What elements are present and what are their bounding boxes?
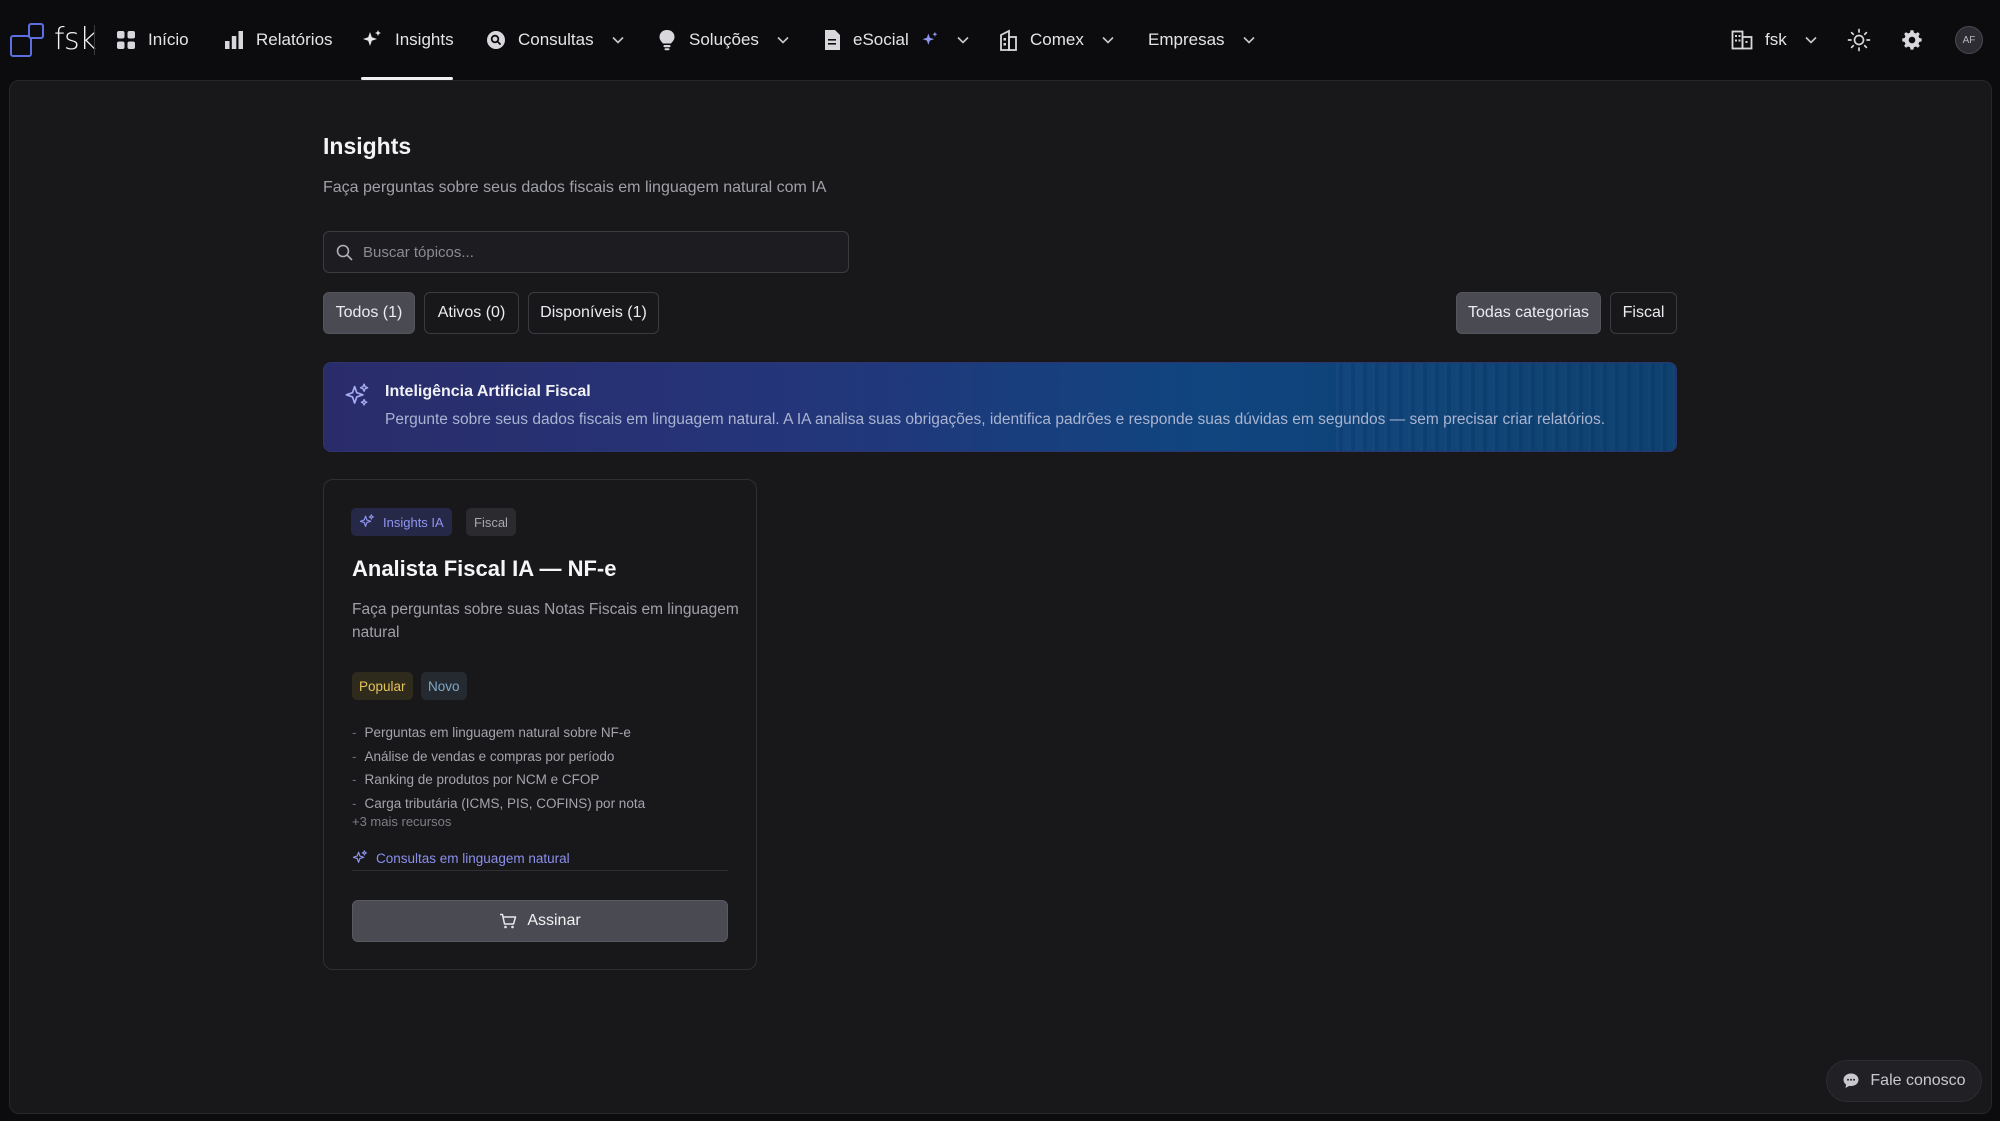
search-input[interactable] — [363, 243, 823, 261]
category-todas[interactable]: Todas categorias — [1456, 292, 1601, 334]
company-selector[interactable]: fsk — [1731, 0, 1817, 80]
banner-texture — [1336, 363, 1676, 451]
list-item: - Perguntas em linguagem natural sobre NF… — [352, 725, 631, 741]
badge-popular: Popular — [352, 672, 413, 700]
bar-chart-icon — [225, 31, 243, 49]
button-label: Assinar — [527, 912, 581, 929]
sparkles-icon — [345, 383, 369, 406]
nav-item-solucoes[interactable]: Soluções — [657, 0, 789, 80]
nav-label: Relatórios — [256, 30, 333, 49]
chevron-down-icon — [1805, 36, 1817, 44]
nav-label: Insights — [395, 30, 454, 49]
sparkles-icon — [922, 31, 938, 45]
tag-category: Fiscal — [466, 508, 516, 536]
sparkles-icon — [363, 30, 381, 46]
subscribe-button[interactable]: Assinar — [352, 900, 728, 942]
contact-label: Fale conosco — [1870, 1072, 1966, 1089]
sparkles-icon — [359, 514, 375, 527]
banner-title: Inteligência Artificial Fiscal — [385, 383, 591, 400]
sparkles-icon — [352, 850, 368, 863]
company-name: fsk — [1765, 30, 1787, 49]
natural-language-link[interactable]: Consultas em linguagem natural — [352, 850, 570, 866]
insight-card[interactable]: Insights IA Fiscal Analista Fiscal IA — … — [323, 479, 757, 970]
main-panel — [9, 80, 1992, 1114]
building-icon — [1000, 29, 1017, 51]
chevron-down-icon — [1242, 36, 1255, 44]
nav-item-consultas[interactable]: Consultas — [486, 0, 624, 80]
top-navigation: fsk Início Relatórios Insights Consultas… — [0, 0, 2000, 80]
nav-label: Início — [148, 30, 189, 49]
chevron-down-icon — [957, 36, 969, 44]
badge-novo: Novo — [421, 672, 467, 700]
company-icon — [1731, 30, 1753, 50]
filter-todos[interactable]: Todos (1) — [323, 292, 415, 334]
filter-ativos[interactable]: Ativos (0) — [424, 292, 519, 334]
search-box — [323, 231, 849, 273]
contact-button[interactable]: Fale conosco — [1826, 1060, 1982, 1102]
chevron-down-icon — [1102, 36, 1114, 44]
more-features: +3 mais recursos — [352, 814, 452, 829]
card-description: Faça perguntas sobre suas Notas Fiscais … — [352, 601, 739, 641]
grid-icon — [117, 31, 135, 49]
settings-button[interactable] — [1901, 0, 1923, 80]
page-subtitle: Faça perguntas sobre seus dados fiscais … — [323, 179, 827, 196]
theme-toggle-button[interactable] — [1847, 0, 1871, 80]
nav-divider — [94, 25, 95, 55]
nav-label: eSocial — [853, 30, 909, 49]
nav-item-comex[interactable]: Comex — [998, 0, 1114, 80]
nav-label: Consultas — [518, 30, 594, 49]
link-label: Consultas em linguagem natural — [376, 850, 570, 866]
document-icon — [825, 30, 840, 50]
filter-disponiveis[interactable]: Disponíveis (1) — [528, 292, 659, 334]
nav-item-inicio[interactable]: Início — [116, 0, 189, 80]
page-title: Insights — [323, 133, 412, 159]
feature-list: - Perguntas em linguagem natural sobre NF… — [352, 721, 645, 815]
list-item: - Carga tributária (ICMS, PIS, COFINS) po… — [352, 795, 646, 811]
nav-item-relatorios[interactable]: Relatórios — [224, 0, 333, 80]
search-icon — [336, 244, 353, 260]
list-item: - Ranking de produtos por NCM e CFOP — [352, 772, 600, 788]
banner-text: Pergunte sobre seus dados fiscais em lin… — [385, 411, 1606, 428]
sun-icon — [1847, 28, 1871, 52]
lightbulb-icon — [659, 30, 675, 51]
logo-text: fsk — [54, 22, 97, 57]
nav-item-insights[interactable]: Insights — [361, 0, 454, 80]
card-divider — [352, 870, 728, 871]
chat-bubble-icon — [1843, 1073, 1859, 1088]
nav-item-empresas[interactable]: Empresas — [1148, 0, 1255, 80]
logo[interactable]: fsk — [10, 22, 97, 57]
ai-info-banner: Inteligência Artificial Fiscal Pergunte … — [323, 362, 1677, 452]
card-title: Analista Fiscal IA — NF-e — [352, 556, 617, 581]
logo-icon — [10, 22, 44, 57]
list-item: - Análise de vendas e compras por período — [352, 748, 615, 764]
tag-label: Insights IA — [383, 514, 444, 530]
gear-icon — [1902, 30, 1922, 50]
search-circle-icon — [487, 31, 505, 49]
avatar[interactable]: AF — [1955, 26, 1983, 54]
nav-item-esocial[interactable]: eSocial — [823, 0, 969, 80]
tag-insights-ia: Insights IA — [351, 508, 452, 536]
nav-label: Soluções — [689, 30, 759, 49]
category-fiscal[interactable]: Fiscal — [1610, 292, 1677, 334]
nav-label: Comex — [1030, 30, 1084, 49]
chevron-down-icon — [612, 36, 624, 44]
nav-label: Empresas — [1148, 30, 1225, 49]
chevron-down-icon — [777, 36, 789, 44]
cart-icon — [500, 913, 517, 929]
